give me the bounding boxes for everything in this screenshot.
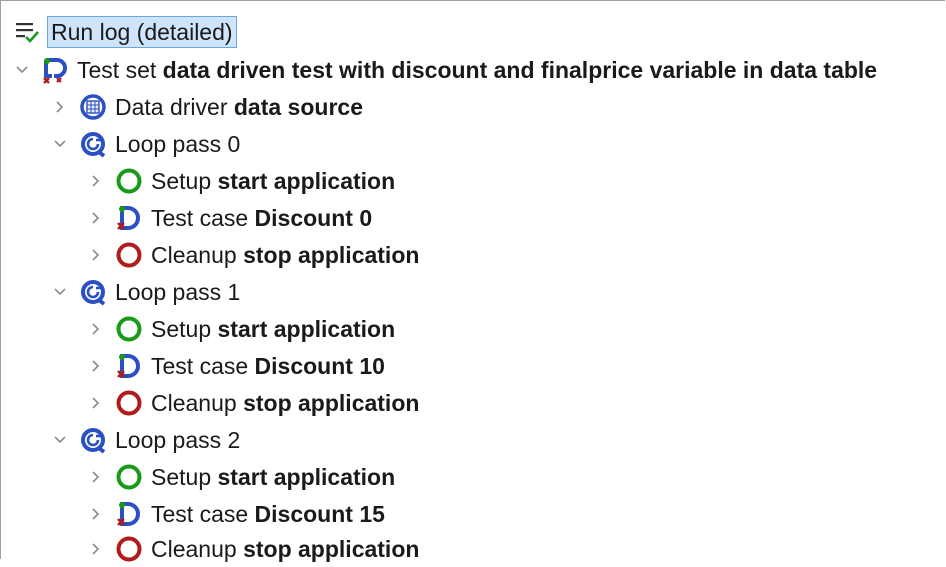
chevron-down-icon[interactable]: [53, 274, 67, 310]
root-node[interactable]: Run log (detailed): [13, 14, 237, 50]
tree-item-label: Test set data driven test with discount …: [77, 56, 878, 83]
loop-icon: [79, 130, 107, 158]
tree-item-test-case[interactable]: Test case Discount 15: [89, 496, 385, 532]
chevron-right-icon[interactable]: [89, 496, 103, 532]
test-set-icon: [41, 56, 69, 84]
tree-item-label: Setup start application: [151, 463, 396, 490]
chevron-down-icon[interactable]: [53, 422, 67, 458]
tree-item-label: Cleanup stop application: [151, 389, 420, 416]
chevron-down-icon[interactable]: [15, 52, 29, 88]
chevron-right-icon[interactable]: [89, 459, 103, 495]
tree-item-label: Test case Discount 0: [151, 204, 373, 231]
tree-item-label: Setup start application: [151, 167, 396, 194]
tree-item-label: Setup start application: [151, 315, 396, 342]
tree-item-label: Test case Discount 15: [151, 500, 385, 527]
chevron-right-icon[interactable]: [89, 348, 103, 384]
tree-item-label: Test case Discount 10: [151, 352, 385, 379]
tree-item-label: Loop pass 0: [115, 130, 241, 157]
chevron-right-icon[interactable]: [53, 89, 67, 125]
root-label: Run log (detailed): [47, 16, 237, 48]
chevron-right-icon[interactable]: [89, 237, 103, 273]
chevron-right-icon[interactable]: [89, 531, 103, 567]
tree-item-setup[interactable]: Setup start application: [89, 459, 395, 495]
cleanup-error-icon: [115, 389, 143, 417]
tree-item-label: Data driver data source: [115, 93, 363, 120]
test-case-icon: [115, 500, 143, 528]
data-driver-icon: [79, 93, 107, 121]
tree-item-data-driver[interactable]: Data driver data source: [53, 89, 363, 125]
tree-item-test-case[interactable]: Test case Discount 0: [89, 200, 372, 236]
setup-pass-icon: [115, 463, 143, 491]
chevron-right-icon[interactable]: [89, 200, 103, 236]
tree-item-test-case[interactable]: Test case Discount 10: [89, 348, 385, 384]
tree-item-label: Loop pass 1: [115, 278, 241, 305]
tree-item-loop-pass[interactable]: Loop pass 2: [53, 422, 240, 458]
tree-item-test-set[interactable]: Test set data driven test with discount …: [15, 52, 877, 88]
run-log-icon: [13, 18, 41, 46]
test-case-icon: [115, 204, 143, 232]
tree-item-loop-pass[interactable]: Loop pass 0: [53, 126, 240, 162]
tree-item-setup[interactable]: Setup start application: [89, 163, 395, 199]
tree-item-cleanup[interactable]: Cleanup stop application: [89, 237, 419, 273]
chevron-right-icon[interactable]: [89, 163, 103, 199]
chevron-right-icon[interactable]: [89, 385, 103, 421]
run-log-tree: Run log (detailed) Test set data driven …: [0, 0, 945, 562]
chevron-right-icon[interactable]: [89, 311, 103, 347]
tree-item-label: Loop pass 2: [115, 426, 241, 453]
tree-item-cleanup[interactable]: Cleanup stop application: [89, 385, 419, 421]
cleanup-error-icon: [115, 241, 143, 269]
setup-pass-icon: [115, 315, 143, 343]
tree-item-label: Cleanup stop application: [151, 241, 420, 268]
test-case-icon: [115, 352, 143, 380]
tree-item-label: Cleanup stop application: [151, 535, 420, 562]
tree-item-cleanup[interactable]: Cleanup stop application: [89, 531, 419, 567]
setup-pass-icon: [115, 167, 143, 195]
loop-icon: [79, 278, 107, 306]
tree-item-setup[interactable]: Setup start application: [89, 311, 395, 347]
chevron-down-icon[interactable]: [53, 126, 67, 162]
loop-icon: [79, 426, 107, 454]
tree-item-loop-pass[interactable]: Loop pass 1: [53, 274, 240, 310]
